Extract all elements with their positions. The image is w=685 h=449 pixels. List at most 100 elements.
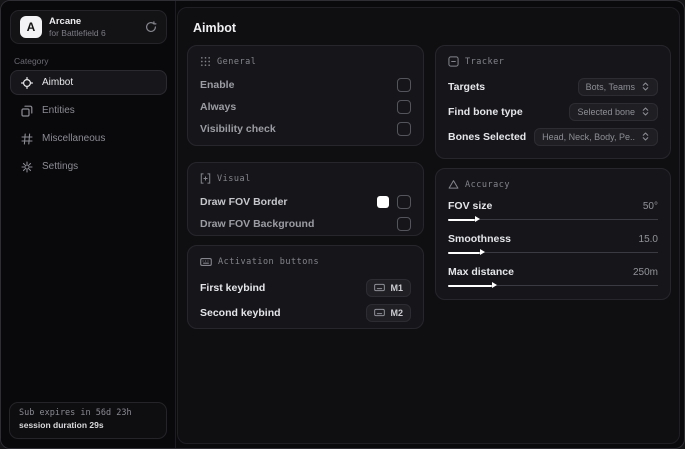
brand-subtitle: for Battlefield 6 bbox=[49, 27, 106, 38]
layers-icon bbox=[21, 105, 33, 117]
always-label: Always bbox=[200, 101, 237, 113]
brand-text: Arcane for Battlefield 6 bbox=[49, 16, 106, 39]
draw-fov-background-checkbox[interactable] bbox=[397, 217, 411, 231]
gear-icon bbox=[21, 160, 33, 173]
category-label: Category bbox=[14, 56, 49, 66]
accuracy-card: Accuracy FOV size 50° Smoothness 15.0 Ma… bbox=[435, 168, 671, 300]
first-keybind-label: First keybind bbox=[200, 281, 266, 294]
max-distance-group: Max distance 250m bbox=[448, 263, 658, 290]
slider-fill bbox=[448, 281, 498, 288]
scan-plus-icon bbox=[200, 173, 211, 184]
second-keybind-row: Second keybind M2 bbox=[200, 300, 411, 325]
triangle-icon bbox=[448, 179, 459, 190]
smoothness-slider[interactable] bbox=[448, 248, 658, 257]
smoothness-group: Smoothness 15.0 bbox=[448, 230, 658, 257]
fov-size-value: 50° bbox=[642, 200, 658, 212]
brand-name: Arcane bbox=[49, 15, 82, 27]
draw-fov-background-label: Draw FOV Background bbox=[200, 218, 315, 230]
subscription-status-box: Sub expires in 56d 23h session duration … bbox=[9, 402, 167, 439]
first-keybind-button[interactable]: M1 bbox=[366, 278, 411, 297]
brand-card: A Arcane for Battlefield 6 bbox=[10, 10, 167, 44]
visual-card: Visual Draw FOV Border Draw FOV Backgrou… bbox=[187, 162, 424, 236]
tracker-card-header: Tracker bbox=[448, 56, 658, 67]
tracker-card: Tracker Targets Bots, Teams Find bone ty… bbox=[435, 45, 671, 159]
max-distance-value: 250m bbox=[632, 266, 658, 278]
bones-selected-dropdown[interactable]: Head, Neck, Body, Pe.. bbox=[534, 127, 658, 146]
sidebar: A Arcane for Battlefield 6 Category Aimb… bbox=[1, 1, 176, 448]
slider-fill bbox=[448, 248, 484, 255]
card-title-text: General bbox=[217, 56, 257, 67]
crosshair-icon bbox=[21, 76, 33, 89]
visibility-check-label: Visibility check bbox=[200, 123, 276, 135]
find-bone-type-dropdown[interactable]: Selected bone bbox=[569, 102, 658, 121]
find-bone-type-row: Find bone type Selected bone bbox=[448, 99, 658, 124]
general-card-header: General bbox=[200, 56, 411, 67]
bones-selected-row: Bones Selected Head, Neck, Body, Pe.. bbox=[448, 124, 658, 149]
draw-fov-border-checkbox[interactable] bbox=[397, 195, 411, 209]
bones-selected-value: Head, Neck, Body, Pe.. bbox=[542, 131, 635, 142]
bones-selected-label: Bones Selected bbox=[448, 130, 527, 143]
sidebar-item-label: Miscellaneous bbox=[42, 133, 106, 144]
smoothness-value: 15.0 bbox=[638, 233, 658, 245]
activation-buttons-card: Activation buttons First keybind M1 Seco… bbox=[187, 245, 424, 329]
enable-checkbox[interactable] bbox=[397, 78, 411, 92]
sidebar-item-label: Aimbot bbox=[42, 77, 74, 88]
sidebar-item-label: Settings bbox=[42, 161, 79, 172]
accuracy-card-header: Accuracy bbox=[448, 179, 658, 190]
sidebar-item-label: Entities bbox=[42, 105, 75, 116]
fov-size-slider[interactable] bbox=[448, 215, 658, 224]
first-keybind-value: M1 bbox=[390, 282, 403, 293]
always-row: Always bbox=[200, 96, 411, 118]
smoothness-label: Smoothness bbox=[448, 233, 512, 245]
card-title-text: Activation buttons bbox=[218, 257, 320, 267]
keyboard-icon bbox=[374, 282, 386, 293]
fov-size-label: FOV size bbox=[448, 200, 493, 212]
visibility-check-row: Visibility check bbox=[200, 118, 411, 140]
draw-fov-border-row: Draw FOV Border bbox=[200, 191, 411, 213]
draw-fov-background-row: Draw FOV Background bbox=[200, 213, 411, 235]
card-title-text: Visual bbox=[217, 173, 251, 184]
chevrons-up-down-icon bbox=[641, 107, 650, 116]
general-card: General Enable Always Visibility check bbox=[187, 45, 424, 146]
draw-fov-border-label: Draw FOV Border bbox=[200, 196, 288, 208]
fov-border-color-swatch[interactable] bbox=[377, 196, 389, 208]
activation-card-header: Activation buttons bbox=[200, 256, 411, 268]
page-title: Aimbot bbox=[193, 21, 237, 35]
card-title-text: Tracker bbox=[465, 56, 505, 67]
chevrons-up-down-icon bbox=[641, 82, 650, 91]
targets-dropdown[interactable]: Bots, Teams bbox=[577, 77, 658, 96]
chevrons-up-down-icon bbox=[641, 132, 650, 141]
enable-label: Enable bbox=[200, 79, 235, 91]
panel-minus-icon bbox=[448, 56, 459, 67]
sidebar-item-miscellaneous[interactable]: Miscellaneous bbox=[10, 126, 167, 151]
second-keybind-button[interactable]: M2 bbox=[366, 303, 411, 322]
always-checkbox[interactable] bbox=[397, 100, 411, 114]
refresh-icon[interactable] bbox=[145, 21, 157, 33]
sidebar-nav: Aimbot Entities Miscellaneous Settings bbox=[10, 70, 167, 179]
card-title-text: Accuracy bbox=[465, 179, 510, 190]
sidebar-item-aimbot[interactable]: Aimbot bbox=[10, 70, 167, 95]
session-duration-text: session duration 29s bbox=[19, 420, 104, 430]
keyboard-icon bbox=[374, 307, 386, 318]
sidebar-item-entities[interactable]: Entities bbox=[10, 98, 167, 123]
slider-fill bbox=[448, 215, 481, 222]
sidebar-item-settings[interactable]: Settings bbox=[10, 154, 167, 179]
visibility-check-checkbox[interactable] bbox=[397, 122, 411, 136]
fov-size-group: FOV size 50° bbox=[448, 197, 658, 224]
visual-card-header: Visual bbox=[200, 173, 411, 184]
first-keybind-row: First keybind M1 bbox=[200, 275, 411, 300]
enable-row: Enable bbox=[200, 74, 411, 96]
sub-expiry-text: Sub expires in 56d 23h bbox=[19, 408, 132, 418]
targets-label: Targets bbox=[448, 80, 486, 93]
second-keybind-label: Second keybind bbox=[200, 306, 281, 319]
targets-value: Bots, Teams bbox=[585, 81, 635, 92]
second-keybind-value: M2 bbox=[390, 307, 403, 318]
brand-logo: A bbox=[20, 16, 42, 38]
targets-row: Targets Bots, Teams bbox=[448, 74, 658, 99]
max-distance-slider[interactable] bbox=[448, 281, 658, 290]
app-window: A Arcane for Battlefield 6 Category Aimb… bbox=[0, 0, 685, 449]
max-distance-label: Max distance bbox=[448, 266, 514, 278]
find-bone-type-label: Find bone type bbox=[448, 105, 523, 118]
find-bone-type-value: Selected bone bbox=[577, 106, 635, 117]
grid-dots-icon bbox=[200, 56, 211, 67]
